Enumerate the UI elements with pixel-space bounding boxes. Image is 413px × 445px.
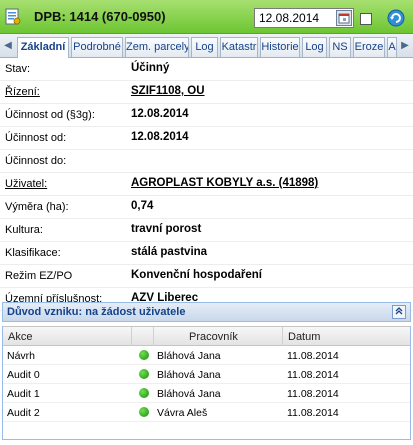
table-row[interactable]: Audit 2 Vávra Aleš 11.08.2014 (3, 403, 410, 422)
field-value: stálá pastvina (131, 246, 208, 258)
cell-datum: 11.08.2014 (287, 369, 339, 381)
cell-akce: Návrh (7, 350, 36, 362)
document-icon (5, 8, 21, 25)
cell-pracovnik: Bláhová Jana (157, 369, 221, 381)
status-green-icon (139, 350, 149, 360)
field-value: 0,74 (131, 200, 154, 212)
field-row-vymera: Výměra (ha): 0,74 (0, 196, 413, 219)
calendar-icon[interactable] (336, 10, 352, 26)
window-title: DPB: 1414 (670-0950) (34, 9, 166, 24)
status-green-icon (139, 369, 149, 379)
tab-zem-parcely[interactable]: Zem. parcely (125, 37, 189, 57)
cell-pracovnik: Bláhová Jana (157, 388, 221, 400)
column-separator (153, 327, 154, 346)
field-row-rizeni: Řízení: SZIF1108, OU (0, 81, 413, 104)
cell-pracovnik: Bláhová Jana (157, 350, 221, 362)
field-value: travní porost (131, 223, 202, 235)
field-label: Stav: (5, 63, 31, 75)
collapse-icon[interactable] (392, 305, 406, 319)
field-value: 12.08.2014 (131, 108, 189, 120)
tab-zakladni[interactable]: Základní (17, 37, 69, 58)
tab-katastr[interactable]: Katastr (220, 37, 258, 57)
tab-scroll-right-icon[interactable]: ▶ (398, 37, 412, 55)
field-value: Účinný (131, 62, 170, 74)
cell-akce: Audit 1 (7, 388, 40, 400)
tab-bar: ◀ Základní Podrobné Zem. parcely Log Kat… (0, 34, 413, 58)
field-row-ucinnost-od: Účinnost od: 12.08.2014 (0, 127, 413, 150)
field-label: Kultura: (5, 224, 43, 236)
cell-datum: 11.08.2014 (287, 350, 339, 362)
cell-pracovnik: Vávra Aleš (157, 407, 208, 419)
refresh-icon[interactable] (386, 8, 406, 28)
field-value: 12.08.2014 (131, 131, 189, 143)
tab-eroze[interactable]: Eroze (353, 37, 385, 57)
field-label-link[interactable]: Řízení: (5, 86, 40, 98)
field-value-link[interactable]: AGROPLAST KOBYLY a.s. (41898) (131, 177, 318, 189)
field-value: Konvenční hospodaření (131, 269, 262, 281)
filter-checkbox[interactable] (360, 13, 372, 25)
field-label: Účinnost od: (5, 132, 67, 144)
cell-datum: 11.08.2014 (287, 407, 339, 419)
field-row-ucinnost-do: Účinnost do: (0, 150, 413, 173)
field-label: Účinnost od (§3g): (5, 109, 95, 121)
field-label: Režim EZ/PO (5, 270, 73, 282)
column-header-pracovnik[interactable]: Pracovník (189, 331, 238, 343)
tab-more[interactable]: A (387, 37, 397, 57)
column-header-datum[interactable]: Datum (288, 331, 320, 343)
field-label-link[interactable]: Uživatel: (5, 178, 47, 190)
status-green-icon (139, 407, 149, 417)
field-value-link[interactable]: SZIF1108, OU (131, 85, 205, 97)
field-row-uzivatel: Uživatel: AGROPLAST KOBYLY a.s. (41898) (0, 173, 413, 196)
field-row-kultura: Kultura: travní porost (0, 219, 413, 242)
column-separator (282, 327, 283, 346)
column-header-akce[interactable]: Akce (8, 331, 32, 343)
table-row[interactable]: Audit 0 Bláhová Jana 11.08.2014 (3, 365, 410, 384)
field-row-rezim: Režim EZ/PO Konvenční hospodaření (0, 265, 413, 288)
audit-grid: Akce Pracovník Datum Návrh Bláhová Jana … (2, 326, 411, 440)
status-green-icon (139, 388, 149, 398)
cell-akce: Audit 0 (7, 369, 40, 381)
field-row-stav: Stav: Účinný (0, 58, 413, 81)
reason-panel-title: Důvod vzniku: na žádost uživatele (7, 306, 186, 318)
table-row[interactable]: Návrh Bláhová Jana 11.08.2014 (3, 346, 410, 365)
field-label: Klasifikace: (5, 247, 61, 259)
cell-datum: 11.08.2014 (287, 388, 339, 400)
field-label: Účinnost do: (5, 155, 67, 167)
reason-panel-header: Důvod vzniku: na žádost uživatele (2, 302, 411, 322)
field-label: Výměra (ha): (5, 201, 69, 213)
column-separator (131, 327, 132, 346)
tab-log-2[interactable]: Log (302, 37, 327, 57)
field-row-klasifikace: Klasifikace: stálá pastvina (0, 242, 413, 265)
cell-akce: Audit 2 (7, 407, 40, 419)
tab-scroll-left-icon[interactable]: ◀ (1, 37, 15, 55)
tab-podrobne[interactable]: Podrobné (71, 37, 123, 57)
field-row-ucinnost-3g: Účinnost od (§3g): 12.08.2014 (0, 104, 413, 127)
tab-ns[interactable]: NS (329, 37, 351, 57)
grid-header: Akce Pracovník Datum (3, 326, 410, 346)
title-bar: DPB: 1414 (670-0950) (0, 0, 413, 34)
table-row[interactable]: Audit 1 Bláhová Jana 11.08.2014 (3, 384, 410, 403)
tab-log[interactable]: Log (191, 37, 218, 57)
tab-historie[interactable]: Historie (260, 37, 300, 57)
